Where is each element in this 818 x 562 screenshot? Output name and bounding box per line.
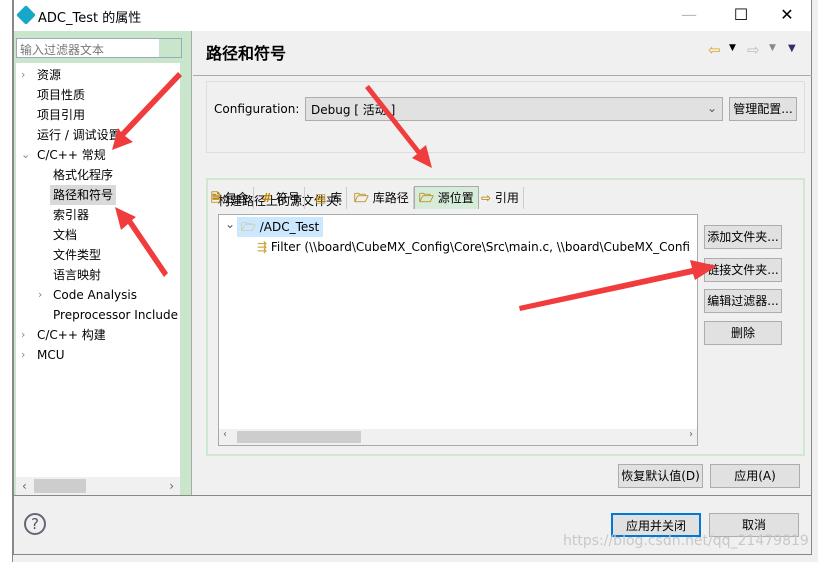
annotation-arrow — [519, 260, 717, 311]
annotation-arrow — [112, 72, 182, 150]
annotation-arrow — [115, 207, 168, 277]
annotation-arrow — [365, 85, 432, 168]
annotation-arrows — [112, 72, 717, 311]
